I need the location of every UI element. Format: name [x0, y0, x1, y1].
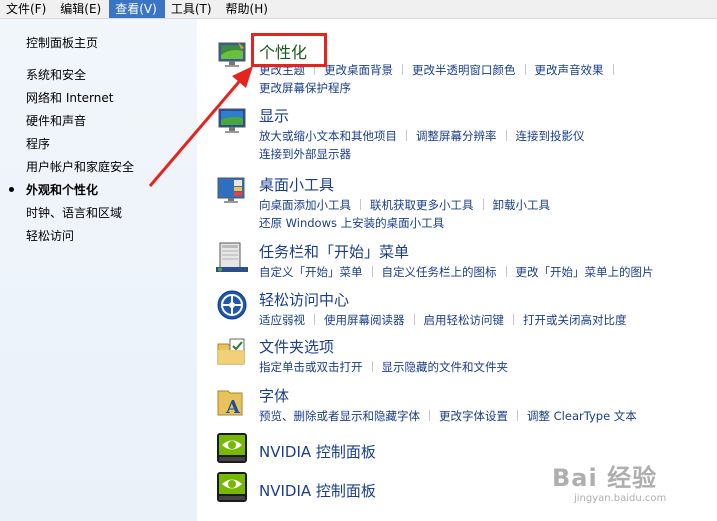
link-uninstall-gadget[interactable]: 卸载小工具: [493, 198, 551, 212]
menu-file[interactable]: 文件(F): [0, 0, 54, 18]
watermark-logo: Bai 经验: [552, 464, 658, 492]
link-text-size[interactable]: 放大或缩小文本和其他项目: [259, 129, 397, 143]
category-title[interactable]: 文件夹选项: [259, 336, 334, 357]
link-change-screensaver[interactable]: 更改屏幕保护程序: [259, 81, 351, 95]
category-title[interactable]: 桌面小工具: [259, 174, 334, 195]
sidebar-item-clock-region[interactable]: 时钟、语言和区域: [26, 205, 134, 228]
sidebar-home-link[interactable]: 控制面板主页: [26, 34, 98, 51]
link-font-settings[interactable]: 更改字体设置: [439, 409, 508, 423]
link-screen-resolution[interactable]: 调整屏幕分辨率: [416, 129, 497, 143]
link-customize-taskbar-icons[interactable]: 自定义任务栏上的图标: [382, 265, 497, 279]
category-title[interactable]: 任务栏和「开始」菜单: [259, 241, 409, 262]
highlight-box: [251, 33, 327, 67]
link-cleartype[interactable]: 调整 ClearType 文本: [527, 409, 637, 423]
link-high-contrast[interactable]: 打开或关闭高对比度: [523, 313, 627, 327]
category-links: 向桌面添加小工具 联机获取更多小工具 卸载小工具 还原 Windows 上安装的桌面…: [259, 196, 717, 232]
personalization-icon[interactable]: [216, 39, 248, 71]
folder-options-icon[interactable]: [216, 336, 248, 368]
link-single-double-click[interactable]: 指定单击或双击打开: [259, 360, 363, 374]
menu-bar: 文件(F) 编辑(E) 查看(V) 工具(T) 帮助(H): [0, 0, 717, 19]
category-title[interactable]: 显示: [259, 105, 289, 126]
menu-view[interactable]: 查看(V): [109, 0, 165, 18]
link-external-display[interactable]: 连接到外部显示器: [259, 147, 351, 161]
link-projector[interactable]: 连接到投影仪: [516, 129, 585, 143]
category-title[interactable]: NVIDIA 控制面板: [259, 480, 376, 501]
sidebar: 控制面板主页 系统和安全 网络和 Internet 硬件和声音 程序 用户帐户和…: [0, 19, 197, 521]
sidebar-list: 系统和安全 网络和 Internet 硬件和声音 程序 用户帐户和家庭安全 外观…: [9, 67, 134, 251]
sidebar-item-label: 外观和个性化: [26, 183, 99, 197]
category-title[interactable]: NVIDIA 控制面板: [259, 441, 376, 462]
category-links: 自定义「开始」菜单 自定义任务栏上的图标 更改「开始」菜单上的图片: [259, 263, 717, 281]
category-links: 适应弱视 使用屏幕阅读器 启用轻松访问键 打开或关闭高对比度: [259, 311, 717, 329]
main-content: 个性化 更改主题 更改桌面背景 更改半透明窗口颜色 更改声音效果 更改屏幕保护程序 显…: [198, 19, 717, 521]
category-links: 预览、删除或者显示和隐藏字体 更改字体设置 调整 ClearType 文本: [259, 407, 717, 425]
link-change-start-picture[interactable]: 更改「开始」菜单上的图片: [516, 265, 654, 279]
link-change-window-color[interactable]: 更改半透明窗口颜色: [412, 63, 516, 77]
link-access-keys[interactable]: 启用轻松访问键: [424, 313, 505, 327]
watermark: Bai 经验 jingyan.baidu.com: [552, 458, 666, 504]
fonts-icon[interactable]: A: [216, 385, 248, 417]
link-get-more-gadgets[interactable]: 联机获取更多小工具: [370, 198, 474, 212]
menu-edit[interactable]: 编辑(E): [54, 0, 109, 18]
link-restore-gadgets[interactable]: 还原 Windows 上安装的桌面小工具: [259, 216, 444, 230]
category-title[interactable]: 字体: [259, 385, 289, 406]
sidebar-item-ease-of-access[interactable]: 轻松访问: [26, 228, 134, 251]
ease-of-access-icon[interactable]: [216, 289, 248, 321]
nvidia-icon[interactable]: [216, 471, 248, 503]
sidebar-item-network[interactable]: 网络和 Internet: [26, 90, 134, 113]
category-links: 更改主题 更改桌面背景 更改半透明窗口颜色 更改声音效果 更改屏幕保护程序: [259, 61, 717, 97]
link-preview-fonts[interactable]: 预览、删除或者显示和隐藏字体: [259, 409, 420, 423]
gadgets-icon[interactable]: [216, 174, 248, 206]
sidebar-item-programs[interactable]: 程序: [26, 136, 134, 159]
link-show-hidden-files[interactable]: 显示隐藏的文件和文件夹: [382, 360, 509, 374]
taskbar-icon[interactable]: [216, 241, 248, 273]
sidebar-item-hardware-sound[interactable]: 硬件和声音: [26, 113, 134, 136]
watermark-url: jingyan.baidu.com: [574, 493, 667, 504]
sidebar-item-system-security[interactable]: 系统和安全: [26, 67, 134, 90]
category-links: 指定单击或双击打开 显示隐藏的文件和文件夹: [259, 358, 717, 376]
link-change-sounds[interactable]: 更改声音效果: [535, 63, 604, 77]
sidebar-item-user-accounts[interactable]: 用户帐户和家庭安全: [26, 159, 134, 182]
svg-text:A: A: [225, 397, 241, 417]
link-customize-start-menu[interactable]: 自定义「开始」菜单: [259, 265, 363, 279]
current-item-bullet-icon: [9, 187, 14, 192]
menu-help[interactable]: 帮助(H): [220, 0, 276, 18]
nvidia-icon[interactable]: [216, 432, 248, 464]
category-title[interactable]: 轻松访问中心: [259, 289, 349, 310]
link-low-vision[interactable]: 适应弱视: [259, 313, 305, 327]
link-add-gadgets[interactable]: 向桌面添加小工具: [259, 198, 351, 212]
category-links: 放大或缩小文本和其他项目 调整屏幕分辨率 连接到投影仪 连接到外部显示器: [259, 127, 717, 163]
display-icon[interactable]: [216, 105, 248, 137]
link-screen-reader[interactable]: 使用屏幕阅读器: [324, 313, 405, 327]
sidebar-item-appearance[interactable]: 外观和个性化: [9, 182, 134, 205]
menu-tools[interactable]: 工具(T): [165, 0, 220, 18]
link-change-desktop-background[interactable]: 更改桌面背景: [324, 63, 393, 77]
